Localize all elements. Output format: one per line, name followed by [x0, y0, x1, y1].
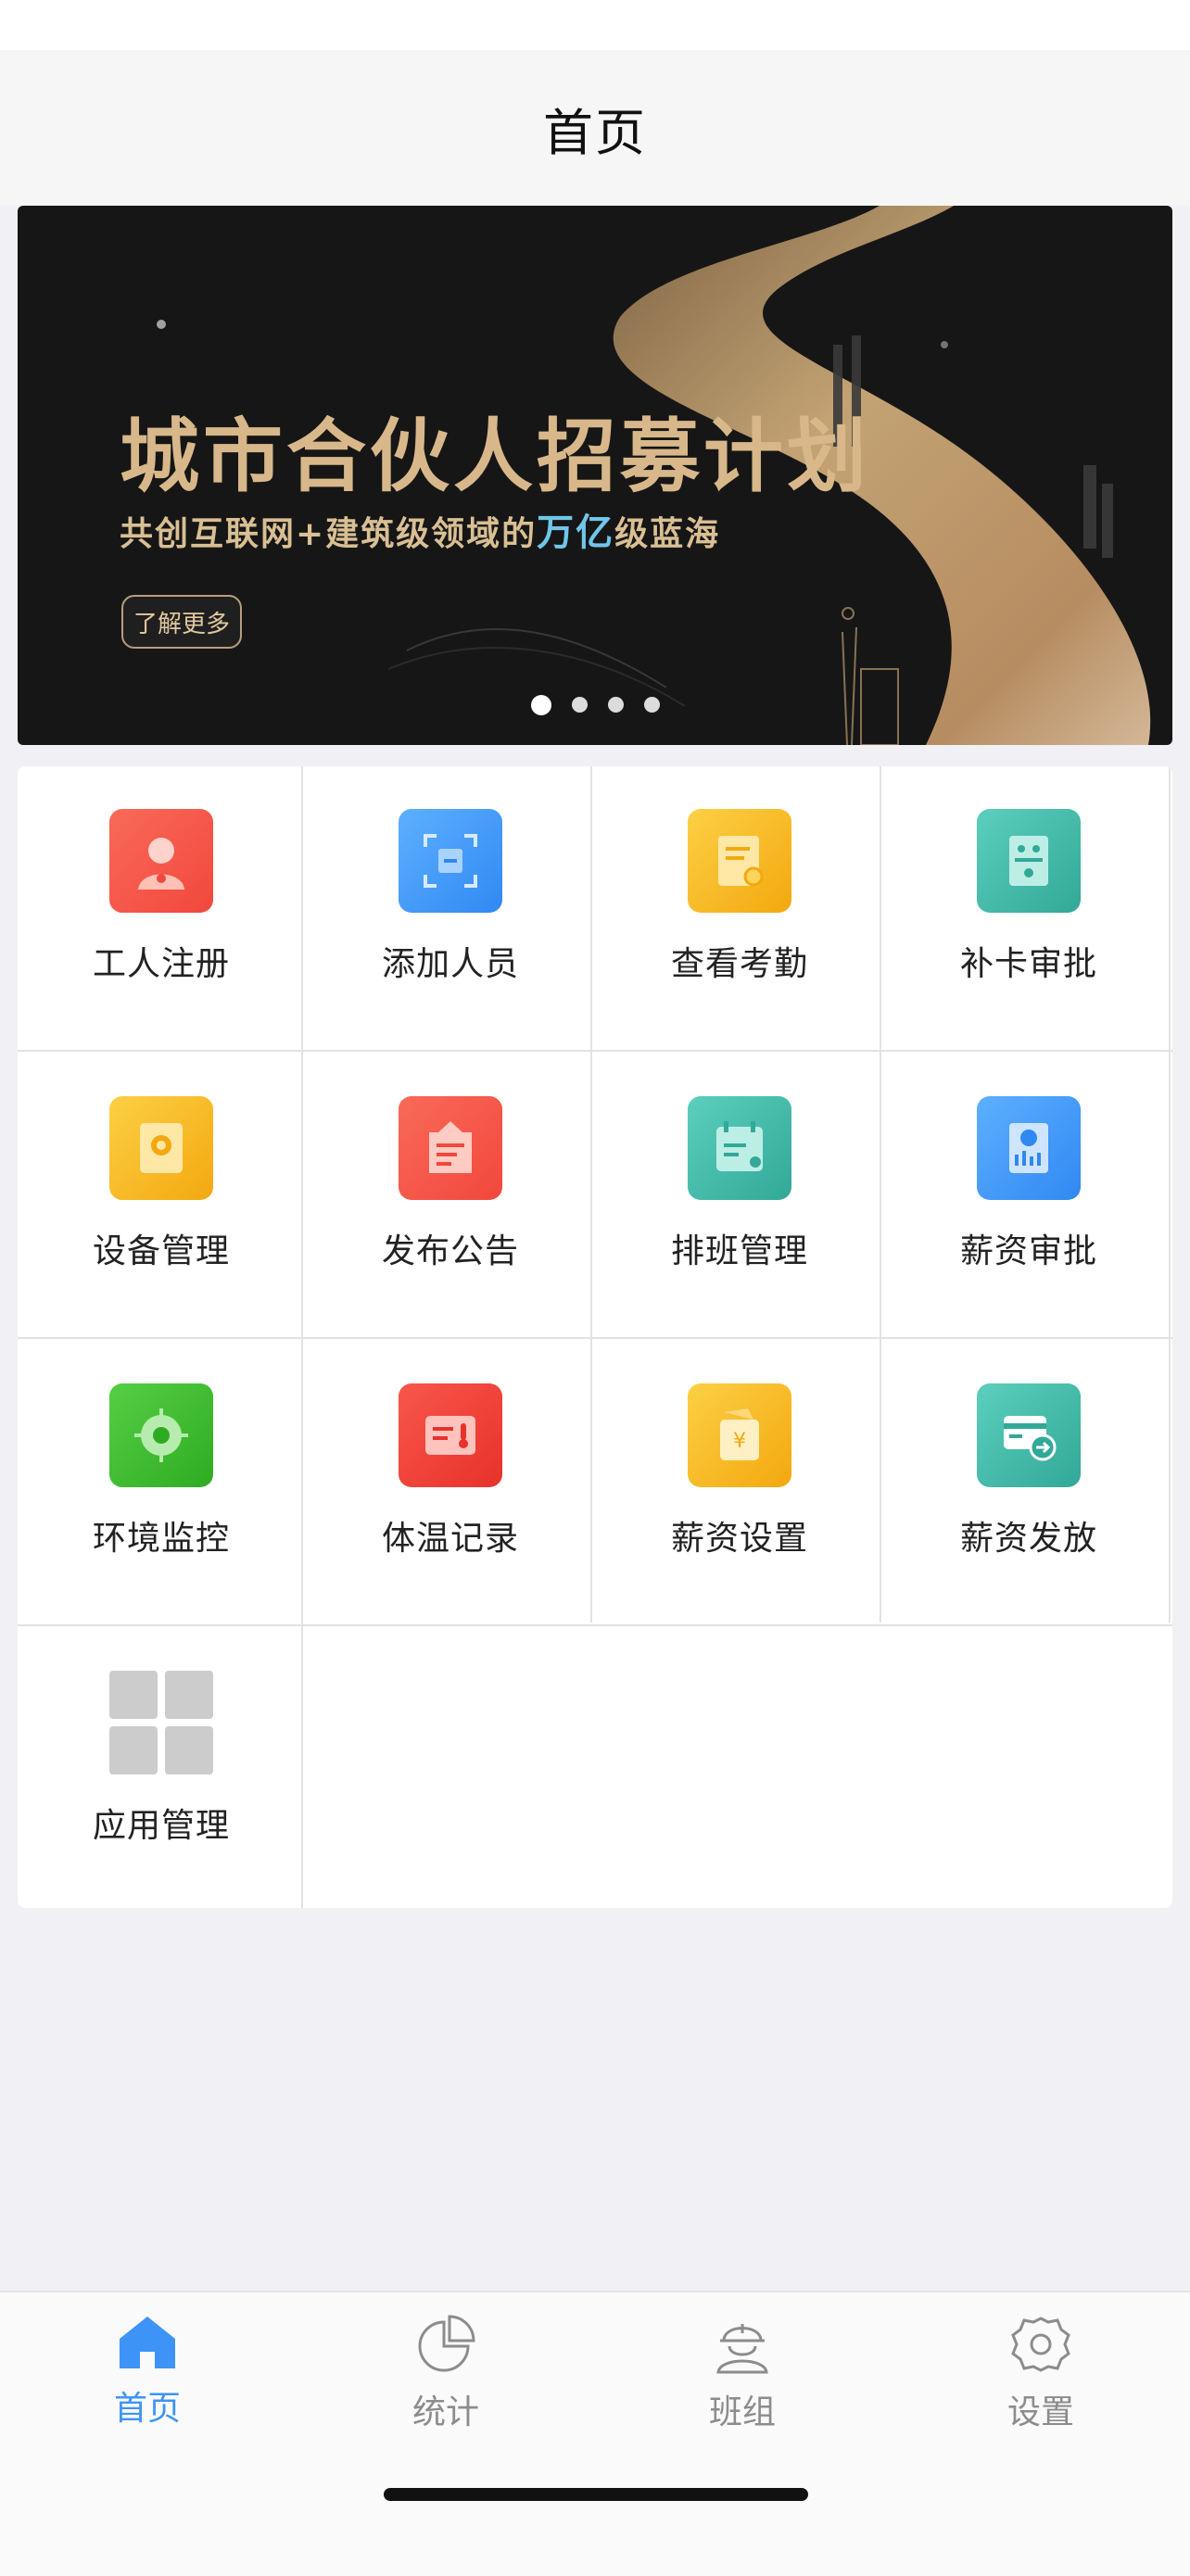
- app-label: 设备管理: [92, 1232, 230, 1270]
- app-label: 添加人员: [381, 945, 519, 983]
- device-management-icon: [109, 1096, 213, 1200]
- banner-subtitle-highlight: 万亿: [537, 511, 615, 554]
- tab-statistics[interactable]: 统计: [353, 2315, 538, 2433]
- temperature-icon: [399, 1383, 502, 1487]
- app-environment-monitor[interactable]: 环境监控: [18, 1341, 305, 1626]
- tab-bar: 首页 统计 班组 设置: [0, 2291, 1190, 2576]
- tab-label: 班组: [708, 2393, 776, 2431]
- app-label: 薪资发放: [959, 1520, 1097, 1558]
- schedule-icon: [688, 1096, 791, 1200]
- app-label: 发布公告: [381, 1232, 519, 1270]
- app-label: 薪资审批: [959, 1232, 1097, 1270]
- app-label: 查看考勤: [670, 945, 808, 983]
- carousel-dot[interactable]: [571, 697, 588, 713]
- tab-label: 设置: [1006, 2393, 1074, 2431]
- app-management-icon: [109, 1671, 213, 1774]
- app-schedule[interactable]: 排班管理: [596, 1054, 883, 1339]
- carousel-indicator: [18, 695, 1172, 715]
- app-card-approval[interactable]: 补卡审批: [885, 766, 1172, 1052]
- app-salary-approval[interactable]: 薪资审批: [885, 1054, 1172, 1339]
- tab-team[interactable]: 班组: [650, 2315, 835, 2433]
- home-icon: [120, 2317, 175, 2368]
- app-worker-register[interactable]: 工人注册: [18, 766, 305, 1052]
- app-label: 环境监控: [92, 1520, 230, 1558]
- pie-chart-icon: [418, 2315, 475, 2372]
- nav-bar: 首页: [0, 50, 1190, 206]
- carousel-dot[interactable]: [643, 697, 660, 713]
- worker-helmet-icon: [716, 2324, 768, 2374]
- banner-subtitle-pre: 共创互联网+建筑级领域的: [120, 515, 538, 553]
- gear-icon: [1011, 2317, 1070, 2372]
- app-salary-payout[interactable]: 薪资发放: [885, 1341, 1172, 1626]
- tab-label: 统计: [411, 2393, 479, 2431]
- app-grid: 工人注册 添加人员 查看考勤 补卡审批 设备管理 发布公告 排班管理 薪资审批 …: [18, 766, 1172, 1908]
- app-device-management[interactable]: 设备管理: [18, 1054, 305, 1339]
- app-attendance[interactable]: 查看考勤: [596, 766, 883, 1052]
- page-title: 首页: [543, 103, 647, 162]
- salary-payout-icon: [977, 1383, 1081, 1487]
- app-label: 薪资设置: [670, 1520, 808, 1558]
- banner-subtitle-post: 级蓝海: [614, 515, 721, 553]
- carousel-dot[interactable]: [530, 695, 551, 715]
- app-temperature[interactable]: 体温记录: [307, 1341, 594, 1626]
- app-label: 排班管理: [670, 1232, 808, 1270]
- app-add-person[interactable]: 添加人员: [307, 766, 594, 1052]
- promo-banner[interactable]: 城市合伙人招募计划 共创互联网+建筑级领域的万亿级蓝海 了解更多: [18, 206, 1172, 745]
- announcement-icon: [399, 1096, 502, 1200]
- tab-home[interactable]: 首页: [55, 2315, 240, 2430]
- add-person-icon: [399, 809, 502, 913]
- status-bar: [0, 0, 1190, 50]
- tab-label: 首页: [113, 2390, 181, 2428]
- salary-settings-icon: ¥: [688, 1383, 791, 1487]
- carousel-dot[interactable]: [607, 697, 624, 713]
- app-app-management[interactable]: 应用管理: [18, 1628, 305, 1908]
- banner-subtitle: 共创互联网+建筑级领域的万亿级蓝海: [120, 502, 720, 556]
- home-indicator[interactable]: [384, 2488, 808, 2501]
- app-label: 工人注册: [92, 945, 230, 983]
- worker-register-icon: [109, 809, 213, 913]
- learn-more-button[interactable]: 了解更多: [121, 595, 242, 649]
- salary-approval-icon: [977, 1096, 1081, 1200]
- app-announcement[interactable]: 发布公告: [307, 1054, 594, 1339]
- environment-monitor-icon: [109, 1383, 213, 1487]
- app-label: 体温记录: [381, 1520, 519, 1558]
- svg-text:¥: ¥: [733, 1430, 746, 1453]
- app-salary-settings[interactable]: ¥ 薪资设置: [596, 1341, 883, 1626]
- attendance-icon: [688, 809, 791, 913]
- app-label: 应用管理: [92, 1807, 230, 1845]
- tab-settings[interactable]: 设置: [948, 2315, 1133, 2433]
- banner-title: 城市合伙人招募计划: [120, 410, 870, 503]
- app-label: 补卡审批: [959, 945, 1097, 983]
- card-approval-icon: [977, 809, 1081, 913]
